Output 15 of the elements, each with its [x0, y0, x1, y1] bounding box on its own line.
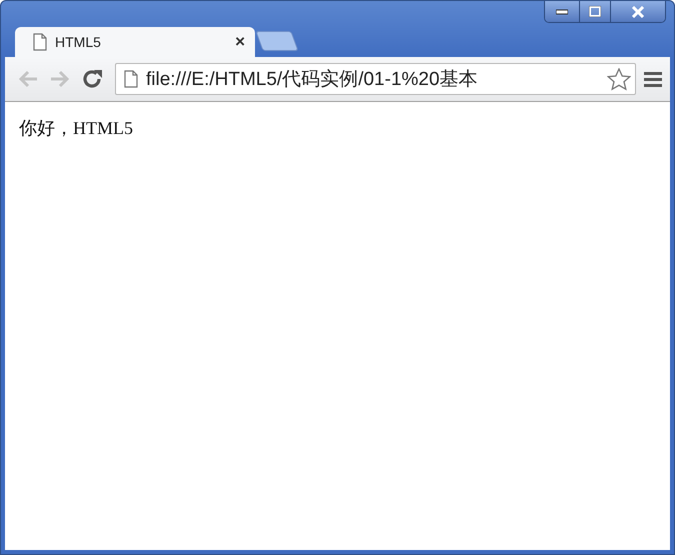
address-bar[interactable]: file:///E:/HTML5/代码实例/01-1%20基本 — [115, 63, 636, 95]
menu-button[interactable] — [642, 69, 664, 89]
close-icon — [631, 6, 645, 18]
minimize-icon — [556, 8, 568, 14]
new-tab-button[interactable] — [255, 31, 299, 51]
maximize-icon — [589, 6, 601, 17]
maximize-button[interactable] — [579, 1, 610, 22]
browser-tab[interactable]: HTML5 × — [15, 27, 255, 57]
page-icon — [33, 33, 47, 51]
close-tab-button[interactable]: × — [235, 32, 245, 52]
minimize-button[interactable] — [545, 1, 579, 22]
close-window-button[interactable] — [610, 1, 665, 22]
page-icon — [124, 70, 138, 88]
star-icon[interactable] — [607, 68, 631, 90]
page-text: 你好，HTML5 — [19, 117, 134, 140]
